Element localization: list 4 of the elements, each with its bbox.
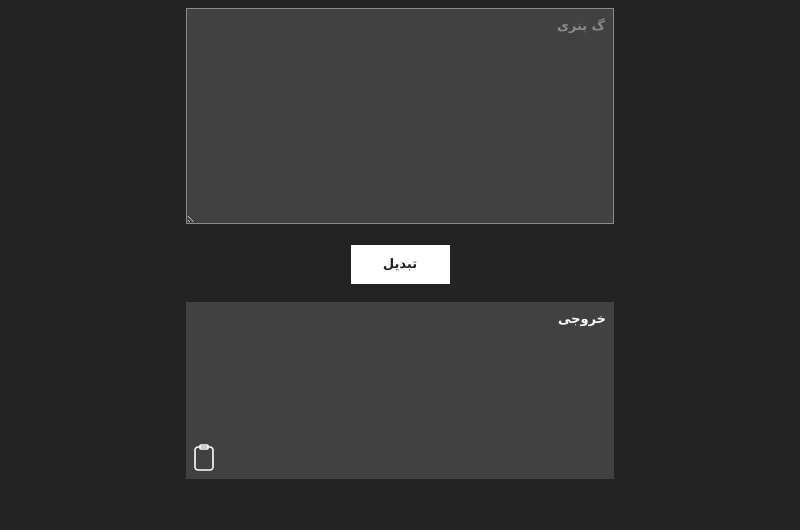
convert-button[interactable]: تبدیل [350,245,450,284]
input-field[interactable]: گ بنری [186,8,614,224]
output-text: خروجی [558,311,606,329]
clipboard-icon[interactable] [194,444,214,471]
